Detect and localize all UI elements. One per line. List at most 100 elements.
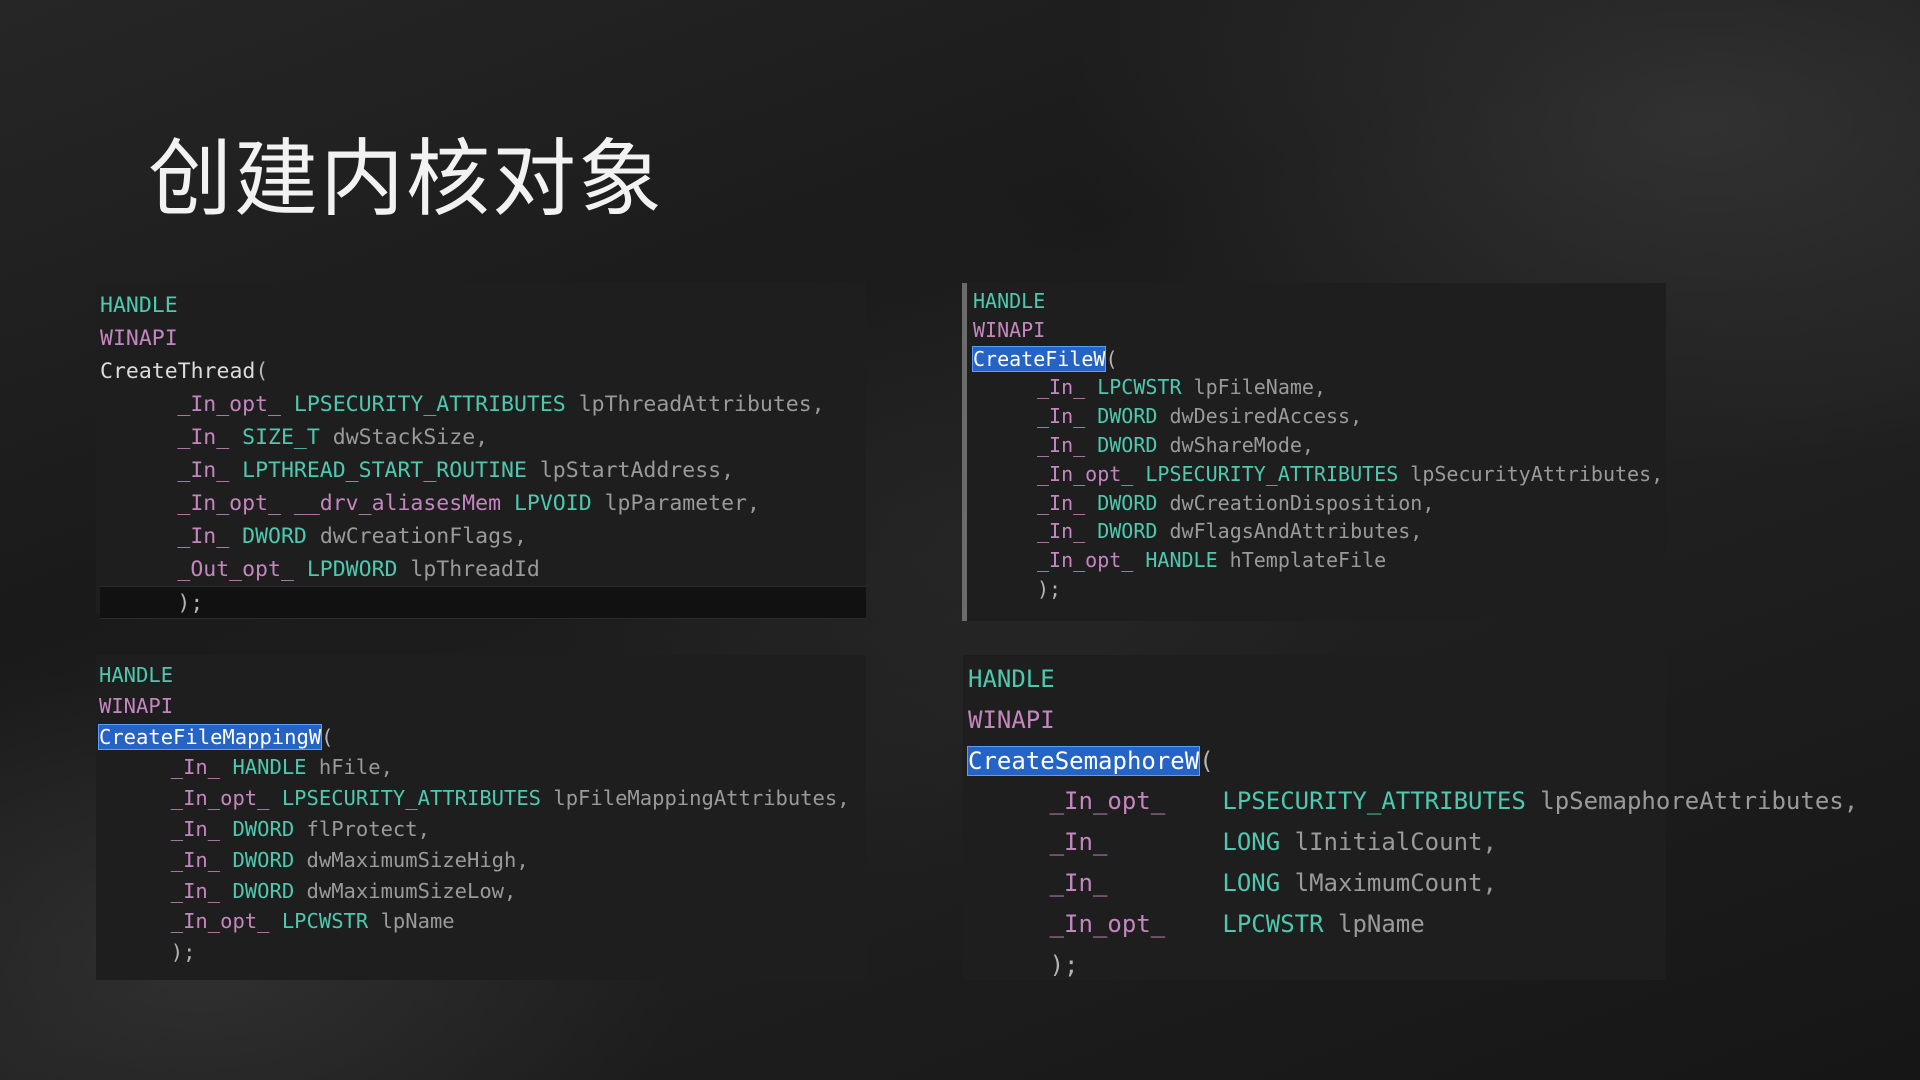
code-line: HANDLE	[99, 660, 866, 691]
type-token: DWORD	[242, 524, 307, 549]
keyword-token: HANDLE	[99, 663, 174, 687]
keyword-token: HANDLE	[968, 665, 1055, 693]
code-line: _In_ LPTHREAD_START_ROUTINE lpStartAddre…	[100, 454, 866, 487]
type-token: LPCWSTR	[1097, 375, 1182, 400]
code-line: _In_ DWORD dwShareMode,	[973, 431, 1666, 460]
type-token: LONG	[1222, 828, 1281, 857]
code-line: CreateSemaphoreW(	[966, 741, 1666, 782]
code-line: CreateFileW(	[971, 345, 1666, 374]
annotation-token: _In_opt_	[177, 491, 281, 516]
type-token: DWORD	[232, 878, 295, 903]
parameter-name-token: hFile,	[318, 755, 393, 780]
annotation-token: _In_opt_	[170, 786, 270, 811]
parameter-name-token: dwDesiredAccess,	[1169, 404, 1363, 429]
code-line: _In_ DWORD dwFlagsAndAttributes,	[973, 517, 1666, 546]
code-line: _In_ LONG lInitialCount,	[968, 822, 1666, 863]
parameter-name-token: lpParameter,	[604, 491, 760, 516]
code-line: _In_opt_ __drv_aliasesMem LPVOID lpParam…	[100, 487, 866, 520]
parameter-name-token: dwShareMode,	[1169, 432, 1314, 457]
parameter-name-token: lMaximumCount,	[1294, 868, 1497, 897]
parameter-name-token: lpName	[1338, 909, 1425, 938]
code-line: _In_opt_ LPSECURITY_ATTRIBUTES lpThreadA…	[100, 388, 866, 421]
parameter-name-token: dwMaximumSizeLow,	[306, 878, 517, 903]
type-token: LPDWORD	[306, 557, 398, 582]
punctuation-token: );	[177, 591, 204, 616]
code-panel-create-thread: HANDLE WINAPI CreateThread(_In_opt_ LPSECU…	[96, 283, 866, 619]
parameter-name-token: dwStackSize,	[332, 425, 489, 450]
parameter-name-token: dwCreationFlags,	[319, 524, 527, 549]
parameter-name-token: lpFileMappingAttributes,	[553, 786, 850, 811]
annotation-token: _In_opt_	[170, 909, 270, 934]
annotation-token: _In_	[170, 878, 221, 903]
code-line: HANDLE	[100, 289, 866, 322]
parameter-name-token: lpSemaphoreAttributes,	[1540, 787, 1859, 816]
callconv-token: WINAPI	[973, 317, 1046, 342]
punctuation-token: );	[170, 940, 196, 965]
punctuation-token: (	[1199, 746, 1214, 775]
annotation-token: _In_	[1037, 519, 1086, 544]
code-line: _In_opt_ LPSECURITY_ATTRIBUTES lpFileMap…	[99, 783, 866, 814]
code-line: _In_opt_ LPCWSTR lpName	[968, 904, 1666, 945]
type-token: LPTHREAD_START_ROUTINE	[242, 458, 527, 483]
slide-title: 创建内核对象	[148, 130, 665, 228]
code-line: _In_ HANDLE hFile,	[99, 752, 866, 783]
function-name-token: CreateThread	[100, 359, 256, 384]
parameter-name-token: lpSecurityAttributes,	[1410, 461, 1664, 486]
code-line: HANDLE	[973, 287, 1666, 316]
annotation-token: _In_opt_	[1049, 909, 1166, 938]
punctuation-token: );	[1037, 576, 1062, 601]
annotation-token: _In_	[1049, 828, 1108, 857]
code-line: );	[968, 945, 1666, 986]
parameter-name-token: lpThreadAttributes,	[578, 392, 825, 417]
annotation-token: _In_	[1037, 375, 1086, 400]
selected-function-name[interactable]: CreateFileW	[971, 345, 1107, 372]
callconv-token: WINAPI	[100, 326, 178, 351]
code-line: WINAPI	[99, 691, 866, 722]
type-token: DWORD	[1097, 404, 1158, 429]
code-line: WINAPI	[100, 322, 866, 355]
annotation-token: _In_opt_	[1037, 461, 1134, 486]
code-line: _In_ DWORD dwCreationFlags,	[100, 520, 866, 553]
parameter-name-token: dwFlagsAndAttributes,	[1169, 519, 1423, 544]
punctuation-token: );	[1049, 950, 1079, 979]
type-token: LPCWSTR	[281, 909, 369, 934]
parameter-name-token: lInitialCount,	[1294, 828, 1497, 857]
parameter-name-token: lpThreadId	[410, 557, 540, 582]
type-token: SIZE_T	[242, 425, 320, 450]
parameter-name-token: dwCreationDisposition,	[1169, 490, 1435, 515]
type-token: DWORD	[232, 847, 295, 872]
annotation-token: _In_	[177, 425, 230, 450]
keyword-token: HANDLE	[973, 289, 1046, 313]
type-token: LONG	[1222, 868, 1281, 897]
type-token: DWORD	[1097, 490, 1158, 515]
parameter-name-token: hTemplateFile	[1229, 548, 1387, 573]
parameter-name-token: lpName	[380, 909, 455, 934]
annotation-token: _Out_opt_	[177, 557, 294, 582]
selected-function-name[interactable]: CreateSemaphoreW	[966, 745, 1201, 776]
code-line: CreateFileMappingW(	[97, 722, 866, 753]
code-line: WINAPI	[973, 316, 1666, 345]
code-line: _In_opt_ LPCWSTR lpName	[99, 906, 866, 937]
type-token: DWORD	[1097, 519, 1158, 544]
code-line: );	[100, 586, 866, 619]
type-token: LPSECURITY_ATTRIBUTES	[1222, 787, 1526, 816]
code-line: _In_ DWORD flProtect,	[99, 814, 866, 845]
annotation-token: _In_	[1037, 404, 1086, 429]
callconv-token: WINAPI	[99, 693, 174, 718]
code-line: CreateThread(	[100, 355, 866, 388]
code-panel-create-file: HANDLE WINAPI CreateFileW(_In_ LPCWSTR lpF…	[962, 283, 1666, 621]
code-line: _In_opt_ LPSECURITY_ATTRIBUTES lpSecurit…	[973, 460, 1666, 489]
punctuation-token: (	[321, 724, 334, 749]
parameter-name-token: lpFileName,	[1193, 375, 1327, 400]
code-line: _Out_opt_ LPDWORD lpThreadId	[100, 553, 866, 586]
parameter-name-token: lpStartAddress,	[539, 458, 735, 483]
code-line: _In_ DWORD dwMaximumSizeLow,	[99, 876, 866, 907]
type-token: DWORD	[232, 816, 295, 841]
annotation-token: _In_	[1037, 432, 1086, 457]
code-line: _In_ DWORD dwMaximumSizeHigh,	[99, 845, 866, 876]
annotation-token: _In_opt_	[177, 392, 281, 417]
selected-function-name[interactable]: CreateFileMappingW	[97, 723, 323, 750]
code-line: WINAPI	[968, 700, 1666, 741]
parameter-name-token: dwMaximumSizeHigh,	[306, 847, 529, 872]
annotation-token: __drv_aliasesMem	[293, 491, 502, 516]
